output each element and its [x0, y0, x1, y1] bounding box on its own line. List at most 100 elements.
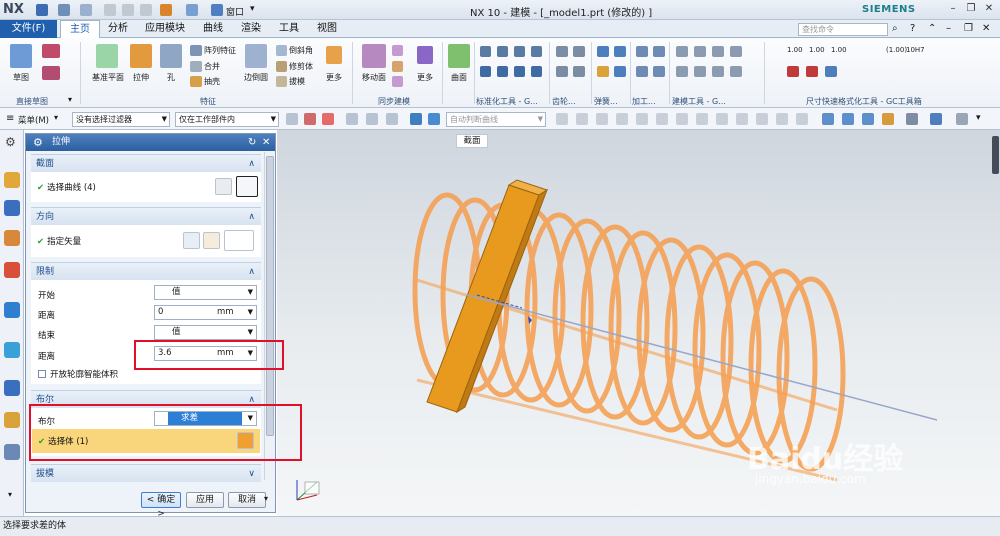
curve-select-button[interactable] [236, 176, 258, 197]
window-menu[interactable]: 窗口 [226, 5, 244, 18]
sketch-icon[interactable] [10, 44, 32, 68]
minimize-button[interactable]: – [946, 3, 960, 16]
close-button[interactable]: ✕ [982, 3, 996, 16]
snap-icon-1[interactable] [556, 113, 568, 125]
clock-icon[interactable] [4, 380, 20, 396]
sync-icon-2[interactable] [392, 61, 403, 72]
apply-button[interactable]: 应用 [186, 492, 224, 508]
select-tool-icon-1[interactable] [286, 113, 298, 125]
snap-icon-11[interactable] [756, 113, 768, 125]
dim-format-4[interactable]: (1.00) [886, 46, 907, 54]
copy-icon[interactable] [122, 4, 134, 16]
save-icon[interactable] [36, 4, 48, 16]
unite-icon[interactable] [190, 61, 202, 72]
std-tool-icon-7[interactable] [514, 66, 525, 77]
shell-icon[interactable] [190, 76, 202, 87]
menu-button[interactable]: 菜单(M) [18, 114, 49, 126]
view-icon-2[interactable] [842, 113, 854, 125]
snap-icon-7[interactable] [676, 113, 688, 125]
edge-blend-icon[interactable] [245, 44, 267, 68]
dim-format-2[interactable]: 1.00 [809, 46, 825, 54]
machining-tool-icon-2[interactable] [653, 46, 665, 57]
extrude-icon[interactable] [130, 44, 152, 68]
render-style-icon[interactable] [906, 113, 918, 125]
command-search-input[interactable]: 查找命令 [798, 23, 888, 36]
trim-body-icon[interactable] [276, 61, 287, 72]
profile-icon[interactable] [42, 44, 60, 58]
draft-icon[interactable] [276, 76, 287, 87]
surface-icon[interactable] [448, 44, 470, 68]
triad-icon[interactable] [296, 480, 320, 501]
tab-view[interactable]: 视图 [310, 20, 344, 38]
menu-icon[interactable]: ≡ [6, 113, 14, 124]
help-icon[interactable]: ? [910, 23, 915, 34]
open-profile-checkbox[interactable]: 开放轮廓智能体积 [38, 368, 118, 380]
view-icon-3[interactable] [862, 113, 874, 125]
snap-icon-4[interactable] [616, 113, 628, 125]
tab-tools[interactable]: 工具 [272, 20, 306, 38]
snap-icon-8[interactable] [696, 113, 708, 125]
select-tool-icon-8[interactable] [428, 113, 440, 125]
machining-tool-icon-1[interactable] [636, 46, 648, 57]
datum-plane-icon[interactable] [96, 44, 118, 68]
reverse-direction-button[interactable] [183, 232, 200, 249]
std-tool-icon-8[interactable] [531, 66, 542, 77]
dim-format-1[interactable]: 1.00 [787, 46, 803, 54]
selection-filter-select[interactable]: 没有选择过滤器 ▼ [72, 112, 170, 127]
close-icon[interactable]: ✕ [262, 134, 270, 151]
select-tool-icon-6[interactable] [386, 113, 398, 125]
gear-tool-icon-2[interactable] [573, 46, 585, 57]
gear-icon[interactable]: ⚙ [33, 134, 43, 151]
snap-icon-9[interactable] [716, 113, 728, 125]
tab-file[interactable]: 文件(F) [0, 20, 57, 38]
section-header-draft[interactable]: 拔模 ∨ [31, 464, 261, 482]
resource-bar-overflow-icon[interactable]: ▾ [8, 490, 12, 499]
snap-icon-3[interactable] [596, 113, 608, 125]
sync-icon-1[interactable] [392, 45, 403, 56]
graphics-viewport[interactable]: 截面 Baidu经验 jingyan.baidu.com [277, 130, 1000, 516]
paste-icon[interactable] [140, 4, 152, 16]
undo-icon[interactable] [58, 4, 70, 16]
machining-tool-icon-4[interactable] [653, 66, 665, 77]
trim-body-label[interactable]: 修剪体 [289, 61, 313, 72]
repeat-command-icon[interactable] [186, 4, 198, 16]
doc-minimize-button[interactable]: – [946, 23, 951, 34]
snap-icon-13[interactable] [796, 113, 808, 125]
tab-analysis[interactable]: 分析 [101, 20, 135, 38]
model-tool-icon-2[interactable] [694, 46, 706, 57]
reuse-library-icon[interactable] [4, 262, 20, 278]
sketch-section-button[interactable] [215, 178, 232, 195]
tab-curve[interactable]: 曲线 [196, 20, 230, 38]
ribbon-collapse-icon[interactable]: ⌃ [928, 23, 936, 34]
select-tool-icon-5[interactable] [366, 113, 378, 125]
curve-rule-select[interactable]: 自动判断曲线 ▼ [446, 112, 546, 127]
ok-button[interactable]: < 确定 > [141, 492, 181, 519]
snap-icon-12[interactable] [776, 113, 788, 125]
orient-view-icon[interactable] [930, 113, 942, 125]
section-header-limits[interactable]: 限制 ∧ [31, 262, 261, 280]
gear-tool-icon-3[interactable] [556, 66, 568, 77]
spring-tool-icon-3[interactable] [597, 66, 609, 77]
constraint-navigator-icon[interactable] [4, 230, 20, 246]
side-tab-handle[interactable] [992, 136, 999, 174]
std-tool-icon-3[interactable] [514, 46, 525, 57]
hole-icon[interactable] [160, 44, 182, 68]
specify-vector-row[interactable]: ✔ 指定矢量 [37, 235, 81, 247]
std-tool-icon-2[interactable] [497, 46, 508, 57]
tab-home[interactable]: 主页 [60, 20, 100, 38]
gear-icon[interactable]: ⚙ [5, 135, 16, 149]
spring-tool-icon-1[interactable] [597, 46, 609, 57]
dim-tool-icon-2[interactable] [806, 66, 818, 77]
snap-icon-5[interactable] [636, 113, 648, 125]
doc-restore-button[interactable]: ❐ [964, 23, 973, 34]
gear-tool-icon-4[interactable] [573, 66, 585, 77]
select-tool-icon-2[interactable] [304, 113, 316, 125]
window-menu-arrow-icon[interactable]: ▾ [250, 4, 255, 14]
spring-tool-icon-4[interactable] [614, 66, 626, 77]
toolbar-overflow-icon[interactable]: ▾ [976, 113, 981, 123]
sync-icon-3[interactable] [392, 76, 403, 87]
view-icon-5[interactable] [956, 113, 968, 125]
roles-icon[interactable] [4, 444, 20, 460]
model-tool-icon-3[interactable] [712, 46, 724, 57]
inferred-vector-select[interactable] [224, 230, 254, 251]
